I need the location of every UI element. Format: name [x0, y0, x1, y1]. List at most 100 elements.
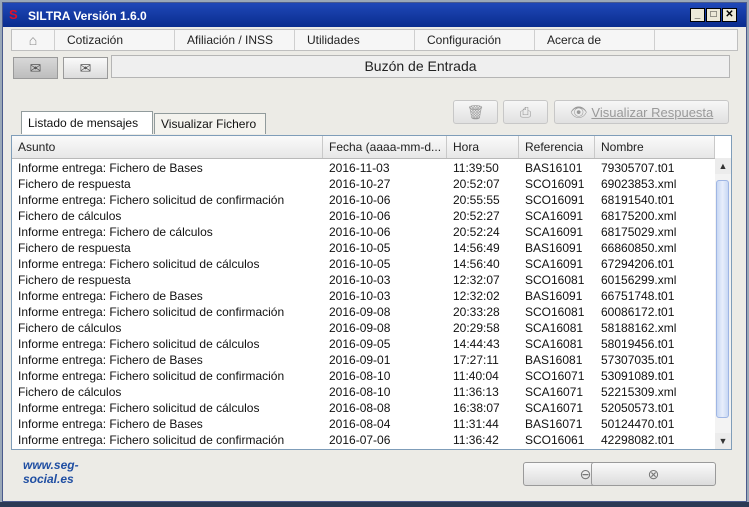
vertical-scrollbar[interactable]: ▲ ▼	[715, 158, 731, 449]
cell-fecha: 2016-09-08	[329, 321, 391, 335]
column-referencia[interactable]: Referencia	[519, 136, 595, 158]
window-title: SILTRA Versión 1.6.0	[28, 9, 147, 23]
cell-referencia: BAS16091	[525, 289, 583, 303]
table-row[interactable]: Fichero de cálculos 2016-08-10 11:36:13 SCA…	[12, 384, 715, 400]
cell-referencia: SCO16061	[525, 433, 585, 447]
delete-button[interactable]: 🗑	[453, 100, 498, 124]
cell-hora: 12:32:07	[453, 273, 500, 287]
tab-listado-mensajes[interactable]: Listado de mensajes	[21, 111, 153, 134]
cell-referencia: SCO16091	[525, 177, 585, 191]
cell-nombre: 66751748.t01	[601, 289, 675, 303]
cell-hora: 20:52:24	[453, 225, 500, 239]
minimize-button[interactable]: _	[690, 8, 705, 22]
cell-asunto: Fichero de respuesta	[18, 177, 131, 191]
cell-fecha: 2016-10-03	[329, 289, 391, 303]
visualizar-respuesta-button[interactable]: 👁 Visualizar Respuesta	[554, 100, 729, 124]
cell-referencia: SCA16071	[525, 401, 584, 415]
cell-asunto: Fichero de respuesta	[18, 273, 131, 287]
cell-asunto: Informe entrega: Fichero solicitud de cá…	[18, 401, 260, 415]
cell-fecha: 2016-08-08	[329, 401, 391, 415]
eye-icon: 👁	[569, 104, 588, 120]
menu-afiliacion[interactable]: Afiliación / INSS	[175, 30, 295, 50]
back-arrow-icon: ⊖	[579, 466, 592, 482]
cell-fecha: 2016-09-05	[329, 337, 391, 351]
menu-cotizacion[interactable]: Cotización	[55, 30, 175, 50]
table-row[interactable]: Informe entrega: Fichero de Bases 2016-08…	[12, 416, 715, 432]
cell-hora: 11:36:42	[453, 433, 499, 447]
table-row[interactable]: Informe entrega: Fichero de cálculos 2016…	[12, 224, 715, 240]
column-nombre[interactable]: Nombre	[595, 136, 715, 158]
table-row[interactable]: Informe entrega: Fichero de Bases 2016-10…	[12, 288, 715, 304]
siltra-window: S SILTRA Versión 1.6.0 _ □ ✕ ⌂ Cotizació…	[2, 2, 747, 502]
table-row[interactable]: Informe entrega: Fichero de Bases 2016-09…	[12, 352, 715, 368]
outbox-mail-button[interactable]: ✉	[63, 57, 108, 79]
tab-visualizar-fichero[interactable]: Visualizar Fichero	[154, 113, 266, 134]
cell-hora: 20:29:58	[453, 321, 500, 335]
cell-asunto: Informe entrega: Fichero solicitud de co…	[18, 433, 285, 447]
column-hora[interactable]: Hora	[447, 136, 519, 158]
cell-hora: 11:31:44	[453, 417, 499, 431]
cell-fecha: 2016-10-03	[329, 273, 391, 287]
print-button[interactable]: ⎙	[503, 100, 548, 124]
cell-hora: 20:55:55	[453, 193, 500, 207]
menu-acerca-de[interactable]: Acerca de	[535, 30, 655, 50]
maximize-button[interactable]: □	[706, 8, 721, 22]
title-bar: S SILTRA Versión 1.6.0 _ □ ✕	[3, 3, 746, 27]
cell-asunto: Informe entrega: Fichero solicitud de cá…	[18, 257, 260, 271]
cell-referencia: SCO16091	[525, 193, 585, 207]
menu-utilidades[interactable]: Utilidades	[295, 30, 415, 50]
cell-nombre: 68175200.xml	[601, 209, 677, 223]
cell-nombre: 69023853.xml	[601, 177, 677, 191]
open-envelope-icon: ✉	[29, 60, 42, 76]
scroll-down-arrow-icon[interactable]: ▼	[715, 433, 731, 449]
table-row[interactable]: Informe entrega: Fichero solicitud de cá…	[12, 256, 715, 272]
close-button[interactable]: ✕	[722, 8, 737, 22]
table-row[interactable]: Fichero de respuesta 2016-10-27 20:52:07 SC…	[12, 176, 715, 192]
column-asunto[interactable]: Asunto	[12, 136, 323, 158]
table-row[interactable]: Informe entrega: Fichero solicitud de co…	[12, 304, 715, 320]
home-icon[interactable]: ⌂	[12, 30, 55, 50]
inbox-mail-button[interactable]: ✉	[13, 57, 58, 79]
table-row[interactable]: Informe entrega: Fichero de Bases 2016-11…	[12, 160, 715, 176]
scroll-up-arrow-icon[interactable]: ▲	[715, 158, 731, 174]
cell-referencia: BAS16101	[525, 161, 583, 175]
menu-configuracion[interactable]: Configuración	[415, 30, 535, 50]
cell-nombre: 53091089.t01	[601, 369, 675, 383]
menu-bar: ⌂ Cotización Afiliación / INSS Utilidade…	[11, 29, 738, 51]
cell-nombre: 58188162.xml	[601, 321, 677, 335]
cell-nombre: 50124470.t01	[601, 417, 675, 431]
cell-referencia: SCA16081	[525, 321, 584, 335]
cell-fecha: 2016-10-05	[329, 241, 391, 255]
cell-referencia: SCA16091	[525, 225, 584, 239]
cell-fecha: 2016-08-10	[329, 385, 391, 399]
table-row[interactable]: Informe entrega: Fichero solicitud de co…	[12, 368, 715, 384]
table-body: Informe entrega: Fichero de Bases 2016-11…	[12, 160, 715, 448]
scroll-thumb[interactable]	[716, 180, 729, 418]
cell-hora: 11:36:13	[453, 385, 499, 399]
table-row[interactable]: Fichero de cálculos 2016-10-06 20:52:27 SCA…	[12, 208, 715, 224]
cell-hora: 11:39:50	[453, 161, 499, 175]
cell-nombre: 42298082.t01	[601, 433, 675, 447]
cell-nombre: 58019456.t01	[601, 337, 675, 351]
panel-title: Buzón de Entrada	[111, 55, 730, 78]
table-row[interactable]: Informe entrega: Fichero solicitud de cá…	[12, 336, 715, 352]
column-fecha[interactable]: Fecha (aaaa-mm-d...	[323, 136, 447, 158]
cell-asunto: Informe entrega: Fichero de Bases	[18, 289, 203, 303]
table-row[interactable]: Informe entrega: Fichero solicitud de co…	[12, 192, 715, 208]
cell-fecha: 2016-10-06	[329, 193, 391, 207]
table-row[interactable]: Informe entrega: Fichero solicitud de cá…	[12, 400, 715, 416]
table-row[interactable]: Fichero de respuesta 2016-10-05 14:56:49 BA…	[12, 240, 715, 256]
cell-asunto: Informe entrega: Fichero solicitud de co…	[18, 193, 285, 207]
table-row[interactable]: Fichero de respuesta 2016-10-03 12:32:07 SC…	[12, 272, 715, 288]
cell-referencia: SCA16081	[525, 337, 584, 351]
cell-asunto: Informe entrega: Fichero de cálculos	[18, 225, 213, 239]
cell-fecha: 2016-10-06	[329, 225, 391, 239]
seg-social-logo: www.seg-social.es	[23, 458, 123, 488]
cell-fecha: 2016-11-03	[329, 161, 390, 175]
table-row[interactable]: Fichero de cálculos 2016-09-08 20:29:58 SCA…	[12, 320, 715, 336]
cell-fecha: 2016-10-05	[329, 257, 391, 271]
cancel-button[interactable]: ⊗	[591, 462, 716, 486]
table-row[interactable]: Informe entrega: Fichero solicitud de co…	[12, 432, 715, 448]
cell-referencia: SCA16091	[525, 257, 584, 271]
printer-icon: ⎙	[519, 104, 532, 120]
